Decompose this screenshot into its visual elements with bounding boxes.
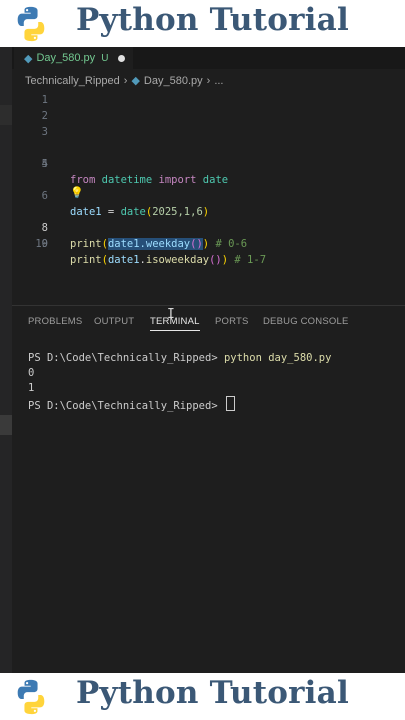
banner-title: Python Tutorial (76, 675, 349, 711)
code-line-active: 8 print(date1.weekday()) # 0-6 (12, 204, 405, 250)
line-number: 3 (41, 126, 48, 138)
code-line: 2 (12, 108, 405, 124)
tab-ports[interactable]: PORTS (215, 316, 249, 327)
terminal-output[interactable]: PS D:\Code\Technically_Ripped> python da… (28, 351, 331, 441)
tab-git-status: U (101, 52, 109, 64)
vscode-window: ◆ Day_580.py U Technically_Ripped › ◆ Da… (0, 47, 405, 673)
python-file-icon: ◆ (131, 75, 140, 87)
line-number: 6 (41, 190, 48, 202)
editor-tab-bar: ◆ Day_580.py U (12, 47, 405, 69)
code-line: 1 (12, 92, 405, 108)
tab-filename: Day_580.py (36, 52, 96, 64)
terminal-line: 1 (28, 382, 35, 394)
editor-tab-day580[interactable]: ◆ Day_580.py U (14, 47, 134, 69)
python-logo-icon (17, 679, 45, 715)
terminal-cursor (225, 396, 235, 411)
line-number: 2 (41, 110, 48, 122)
code-line: 3 (12, 124, 405, 140)
banner-title: Python Tutorial (76, 2, 349, 38)
activity-bar-marker (0, 415, 12, 435)
tab-problems[interactable]: PROBLEMS (28, 316, 82, 327)
tab-terminal[interactable]: TERMINAL (150, 316, 200, 331)
code-line: 10 (12, 236, 405, 252)
code-line: 4 from datetime import date (12, 140, 405, 186)
terminal-line: PS D:\Code\Technically_Ripped> python da… (28, 352, 332, 364)
code-line: 5 (12, 156, 405, 172)
activity-bar (0, 47, 12, 673)
line-number: 5 (41, 158, 48, 170)
terminal-line: PS D:\Code\Technically_Ripped> (28, 396, 235, 414)
tab-output[interactable]: OUTPUT (94, 316, 134, 327)
tab-debug-console[interactable]: DEBUG CONSOLE (263, 316, 348, 327)
terminal-line: 0 (28, 367, 35, 379)
unsaved-dot-icon[interactable] (118, 54, 126, 62)
chevron-right-icon: › (206, 74, 211, 87)
chevron-right-icon: › (123, 74, 128, 87)
line-number: 1 (41, 94, 48, 106)
lightbulb-icon[interactable]: 💡 (70, 186, 84, 199)
code-line: 9 print(date1.isoweekday()) # 1-7 (12, 220, 405, 266)
bottom-banner: Python Tutorial (0, 673, 405, 720)
breadcrumb: Technically_Ripped › ◆ Day_580.py › ... (25, 74, 223, 88)
line-number: 10 (35, 238, 48, 250)
code-text: print(date1.isoweekday()) # 1-7 (70, 254, 267, 266)
breadcrumb-folder[interactable]: Technically_Ripped (25, 75, 120, 87)
breadcrumb-file[interactable]: Day_580.py (144, 75, 203, 87)
python-file-icon: ◆ (24, 51, 33, 65)
breadcrumb-more[interactable]: ... (214, 75, 223, 87)
panel-divider[interactable] (12, 305, 405, 306)
activity-bar-marker (0, 105, 12, 125)
python-logo-icon (17, 6, 45, 42)
top-banner: Python Tutorial (0, 0, 405, 47)
